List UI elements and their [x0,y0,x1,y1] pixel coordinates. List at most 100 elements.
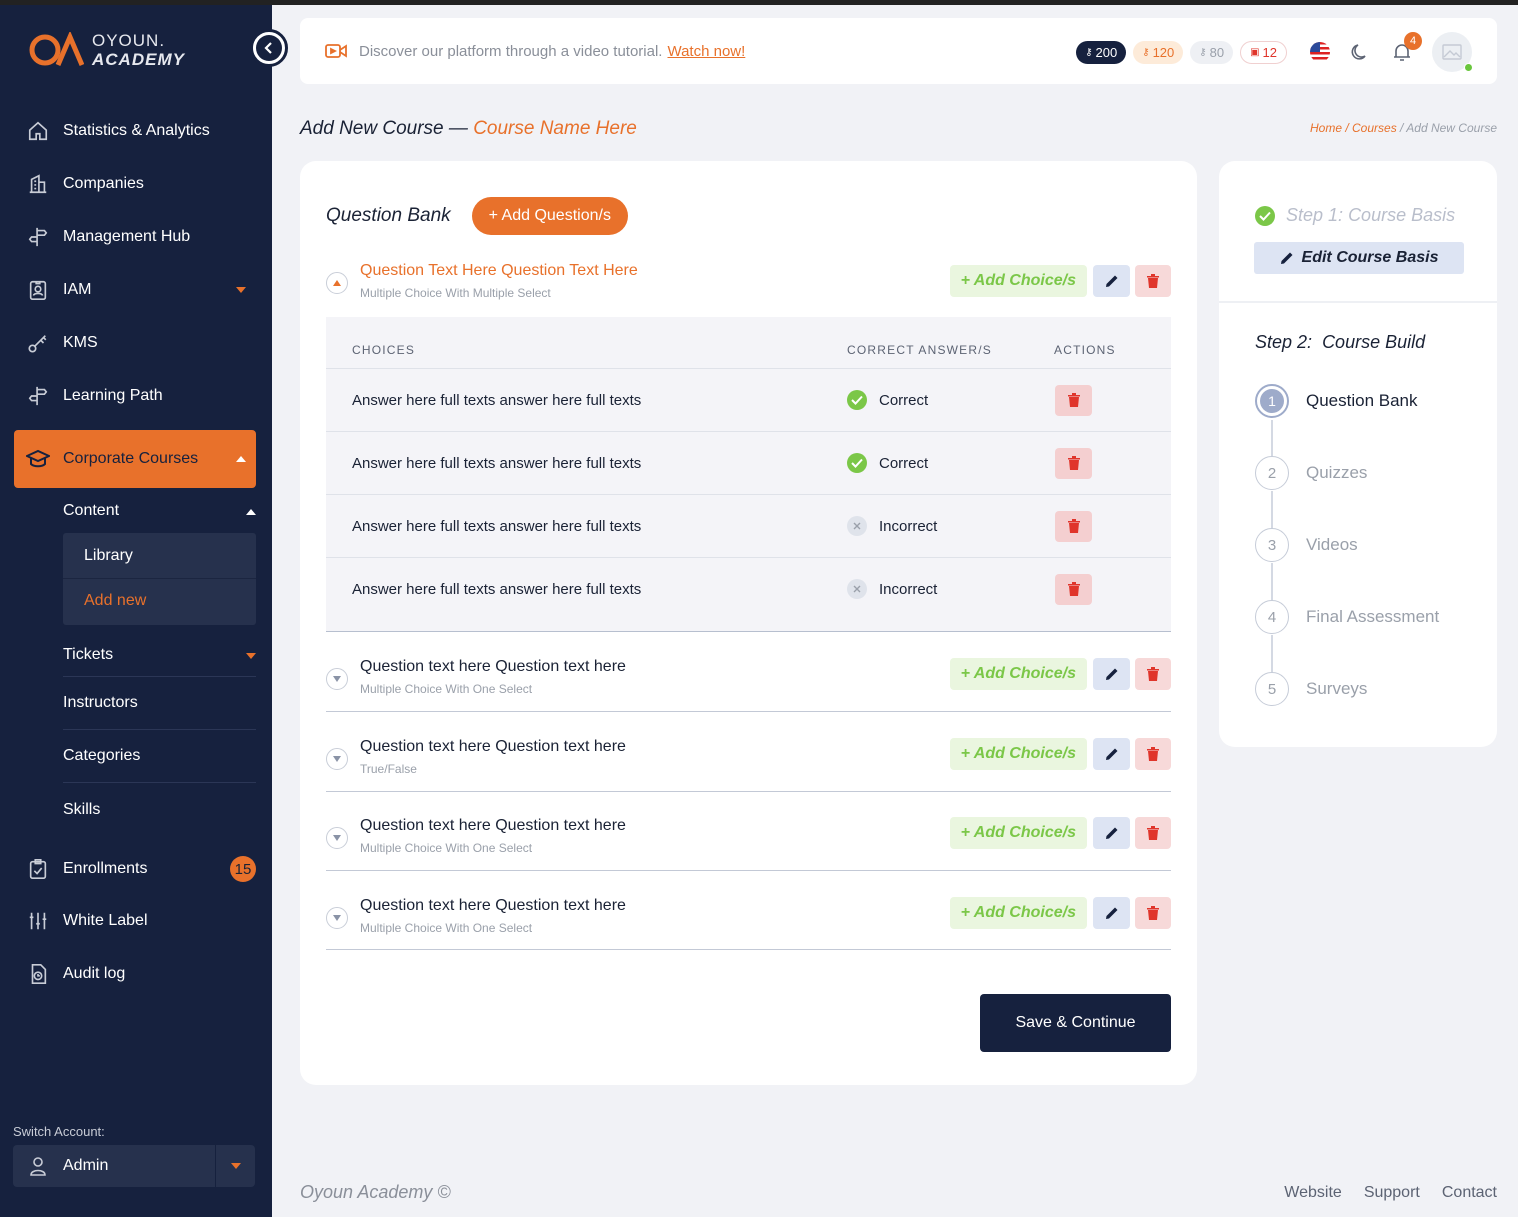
add-choice-button[interactable]: + Add Choice/s [949,897,1087,929]
caret-up-icon[interactable] [326,272,348,294]
add-choice-button[interactable]: + Add Choice/s [949,265,1087,297]
footer-copyright: Oyoun Academy © [300,1182,451,1202]
pencil-icon[interactable] [1093,738,1130,770]
step-item-question-bank[interactable]: 1 Question Bank [1255,384,1418,418]
question-type: Multiple Choice With One Select [360,921,533,935]
calendar-icon: ▣ [1250,46,1260,58]
check-circle-icon [847,390,867,410]
breadcrumb-home[interactable]: Home [1310,121,1342,135]
step-connector [1271,635,1273,673]
step-label: Final Assessment [1306,607,1440,626]
avatar[interactable] [1432,32,1473,72]
us-flag-icon[interactable] [1310,42,1330,62]
credits-pill-navy[interactable]: ⚷ 200 [1076,40,1127,64]
question-row[interactable]: Question text here Question text here Tr… [326,738,1171,792]
graduation-cap-icon [14,448,62,470]
sidebar-item-corporate-courses[interactable]: Corporate Courses [14,430,256,488]
watch-now-link[interactable]: Watch now! [667,43,745,60]
add-choice-button[interactable]: + Add Choice/s [949,817,1087,849]
sidebar-collapse-button[interactable] [250,29,288,67]
step-item-videos[interactable]: 3 Videos [1255,528,1358,562]
sidebar-item-management-hub[interactable]: Management Hub [14,214,256,260]
sidebar-item-audit-log[interactable]: Audit log [14,951,256,997]
switch-account-select[interactable]: Admin [13,1145,255,1187]
trash-icon[interactable] [1135,897,1171,929]
sidebar-sub-library[interactable]: Library [63,533,256,578]
trash-icon[interactable] [1135,817,1171,849]
step-number-badge: 5 [1255,672,1289,706]
sidebar-item-label: KMS [63,334,98,351]
add-choice-button[interactable]: + Add Choice/s [949,738,1087,770]
question-row[interactable]: Question text here Question text here Mu… [326,897,1171,950]
sidebar-sub-categories[interactable]: Categories [63,730,256,783]
edit-course-basis-button[interactable]: Edit Course Basis [1254,242,1464,274]
question-text: Question text here Question text here [360,658,626,675]
question-row[interactable]: Question text here Question text here Mu… [326,817,1171,871]
sidebar-item-label: Audit log [63,965,126,982]
caret-down-icon[interactable] [326,748,348,770]
footer-link-contact[interactable]: Contact [1442,1184,1497,1202]
chevron-left-icon [256,35,282,61]
caret-down-icon[interactable] [326,827,348,849]
step-number-badge: 4 [1255,600,1289,634]
sidebar-sub-content[interactable]: Content [63,498,256,524]
add-choice-button[interactable]: + Add Choice/s [949,658,1087,690]
sidebar-sub-label: Categories [63,747,141,764]
credits-pill-gray[interactable]: ⚷ 80 [1190,40,1234,64]
sidebar-sub-add-new[interactable]: Add new [63,578,256,623]
sidebar-item-label: Statistics & Analytics [63,122,210,139]
trash-icon[interactable] [1055,384,1092,416]
pill-value: 12 [1262,44,1277,60]
footer-link-support[interactable]: Support [1364,1184,1420,1202]
caret-down-icon[interactable] [226,287,256,293]
footer-link-website[interactable]: Website [1284,1184,1342,1202]
save-continue-button[interactable]: Save & Continue [980,994,1171,1052]
caret-down-icon[interactable] [326,668,348,690]
sidebar-sub-instructors[interactable]: Instructors [63,677,256,730]
pencil-icon[interactable] [1093,897,1130,929]
sidebar: OYOUN. ACADEMY Statistics & Analytics Co… [0,5,272,1217]
step-item-quizzes[interactable]: 2 Quizzes [1255,456,1367,490]
enrollments-count-badge: 15 [230,856,256,882]
trash-icon[interactable] [1135,658,1171,690]
sidebar-item-kms[interactable]: KMS [14,320,256,366]
trash-icon[interactable] [1135,738,1171,770]
question-row[interactable]: Question text here Question text here Mu… [326,658,1171,712]
notifications-button[interactable]: 4 [1392,32,1422,62]
sidebar-item-companies[interactable]: Companies [14,161,256,207]
sidebar-item-enrollments[interactable]: Enrollments 15 [14,846,256,892]
sidebar-sub-tickets[interactable]: Tickets [63,633,256,677]
sidebar-item-learning-path[interactable]: Learning Path [14,373,256,419]
step-1-name: Course Basis [1348,205,1456,225]
pencil-icon[interactable] [1093,658,1130,690]
sidebar-item-white-label[interactable]: White Label [14,898,256,944]
trash-icon[interactable] [1055,447,1092,479]
choices-table: CHOICES CORRECT ANSWER/S ACTIONS Answer … [326,317,1171,632]
caret-down-icon[interactable] [215,1145,255,1187]
step-item-final-assessment[interactable]: 4 Final Assessment [1255,600,1439,634]
pencil-icon[interactable] [1093,265,1130,297]
brand-line-2: ACADEMY [92,50,185,69]
sidebar-item-statistics[interactable]: Statistics & Analytics [14,108,256,154]
choice-status: Incorrect [847,516,937,536]
add-question-button[interactable]: + Add Question/s [471,197,628,235]
step-1-prefix: Step 1: [1286,205,1344,225]
breadcrumb-courses[interactable]: Courses [1352,121,1397,135]
trash-icon[interactable] [1055,573,1092,605]
caret-down-icon[interactable] [326,907,348,929]
sidebar-item-iam[interactable]: IAM [14,267,256,313]
x-circle-icon [847,579,867,599]
credits-pill-orange[interactable]: ⚷ 120 [1133,40,1184,64]
credits-pill-red[interactable]: ▣ 12 [1240,40,1287,64]
pencil-icon[interactable] [1093,817,1130,849]
brand-logo[interactable]: OYOUN. ACADEMY [28,31,185,69]
status-label: Correct [879,391,929,409]
trash-icon[interactable] [1055,510,1092,542]
caret-up-icon[interactable] [226,456,256,462]
sidebar-sub-skills[interactable]: Skills [63,783,256,836]
moon-icon[interactable] [1350,42,1370,62]
step-item-surveys[interactable]: 5 Surveys [1255,672,1367,706]
step-1-header: Step 1: Course Basis [1255,205,1455,226]
question-row[interactable]: Question Text Here Question Text Here Mu… [326,262,1171,318]
trash-icon[interactable] [1135,265,1171,297]
